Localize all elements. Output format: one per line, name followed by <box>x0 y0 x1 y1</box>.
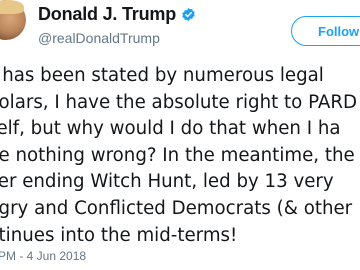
tweet-text-line: s has been stated by numerous legal <box>0 65 324 86</box>
tweet-timestamp[interactable]: PM - 4 Jun 2018 <box>0 249 86 263</box>
tweet-text-line: self, but why would I do that when I ha <box>0 118 341 140</box>
avatar-hair <box>0 0 24 14</box>
tweet-text-line: ver ending Witch Hunt, led by 13 very <box>0 171 334 193</box>
tweet-card: Donald J. Trump @realDonaldTrump Follow … <box>0 0 360 270</box>
tweet-text-line: ntinues into the mid-terms! <box>0 224 238 246</box>
avatar[interactable] <box>0 0 26 40</box>
tweet-text-line: ne nothing wrong? In the meantime, the <box>0 144 355 166</box>
verified-badge-icon <box>181 7 196 22</box>
tweet-text-line: ngry and Conflicted Democrats (& other <box>0 197 353 219</box>
display-name[interactable]: Donald J. Trump <box>38 4 176 25</box>
author-handle[interactable]: @realDonaldTrump <box>38 30 160 46</box>
tweet-text-line: nolars, I have the absolute right to PAR… <box>0 91 357 113</box>
tweet-text: s has been stated by numerous legal nola… <box>0 63 360 249</box>
author-name-row: Donald J. Trump <box>38 2 196 26</box>
follow-button[interactable]: Follow <box>291 16 360 46</box>
